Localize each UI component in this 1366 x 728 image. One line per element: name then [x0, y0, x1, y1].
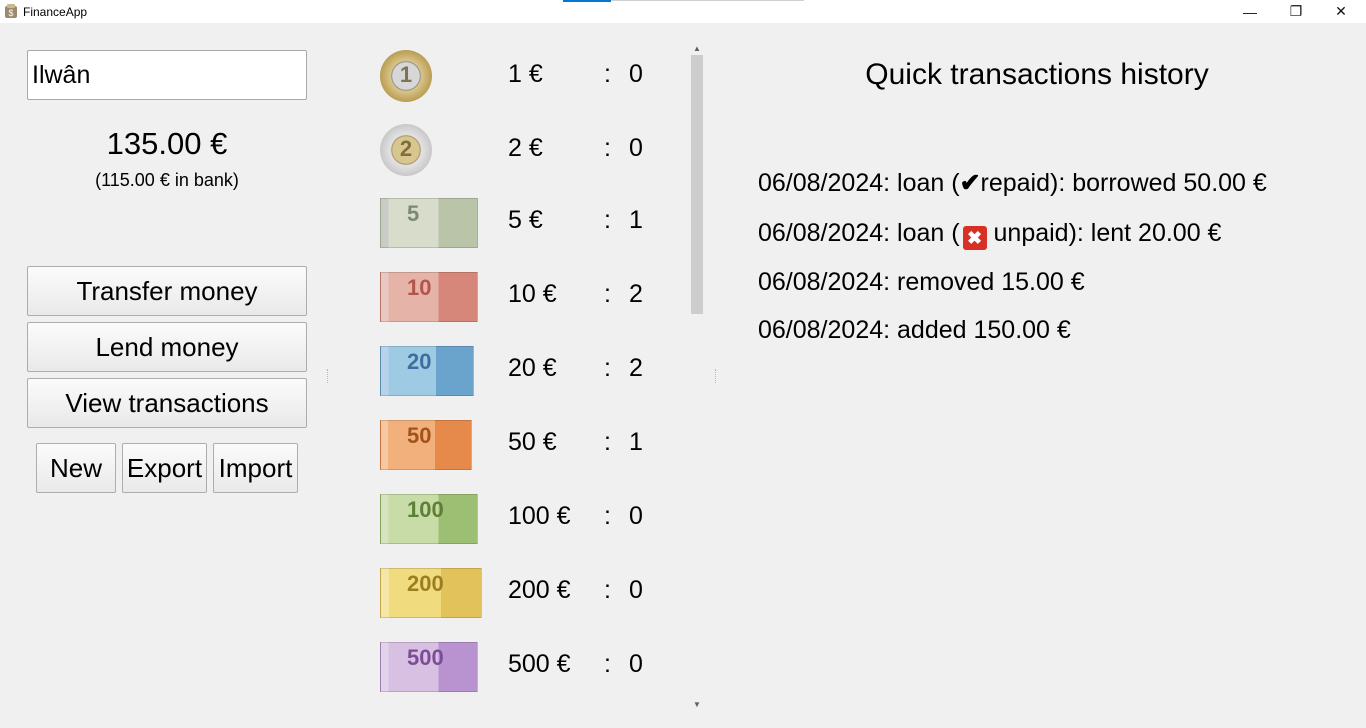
denomination-count: 2: [629, 354, 643, 382]
denomination-row-500-euro: 500 500 € : 0: [380, 640, 680, 714]
separator: :: [604, 502, 611, 530]
ten-euro-note-image: 10: [380, 272, 478, 322]
import-button[interactable]: Import: [213, 443, 298, 493]
denomination-count: 0: [629, 60, 643, 88]
separator: :: [604, 206, 611, 234]
close-button[interactable]: ✕: [1318, 0, 1364, 23]
denomination-row-1-euro: 1 1 € : 0: [380, 50, 680, 124]
separator: :: [604, 60, 611, 88]
lend-money-button[interactable]: Lend money: [27, 322, 307, 372]
separator: :: [604, 576, 611, 604]
five-hundred-euro-note-image: 500: [380, 642, 478, 692]
history-item: 06/08/2024: removed 15.00 €: [758, 268, 1085, 297]
history-item-prefix: 06/08/2024: loan (: [758, 219, 960, 247]
denomination-row-10-euro: 10 10 € : 2: [380, 270, 680, 344]
cross-icon: ✖: [962, 226, 987, 250]
denomination-row-2-euro: 2 2 € : 0: [380, 124, 680, 198]
history-item-suffix: repaid): borrowed 50.00 €: [980, 169, 1267, 197]
history-item-text: 06/08/2024: removed 15.00 €: [758, 268, 1085, 296]
denomination-label: 2 €: [508, 134, 543, 162]
scroll-down-arrow-icon[interactable]: ▼: [690, 697, 704, 711]
denomination-row-200-euro: 200 200 € : 0: [380, 566, 680, 640]
denomination-label: 500 €: [508, 650, 571, 678]
denomination-count: 0: [629, 502, 643, 530]
scroll-up-arrow-icon[interactable]: ▲: [690, 41, 704, 55]
twenty-euro-note-image: 20: [380, 346, 474, 396]
denomination-label: 50 €: [508, 428, 557, 456]
history-item-prefix: 06/08/2024: loan (: [758, 169, 960, 197]
title-accent-bar: [563, 0, 611, 2]
denomination-count: 1: [629, 428, 643, 456]
title-divider: [611, 0, 804, 1]
denominations-scrollbar[interactable]: ▲ ▼: [690, 41, 704, 711]
left-splitter-handle[interactable]: [327, 369, 329, 383]
right-splitter-handle[interactable]: [715, 369, 717, 383]
check-icon: ✔: [959, 169, 981, 197]
one-euro-coin-image: 1: [380, 50, 432, 102]
total-balance: 135.00 €: [106, 126, 228, 161]
denomination-count: 2: [629, 280, 643, 308]
history-item: 06/08/2024: loan (✔repaid): borrowed 50.…: [758, 168, 1267, 198]
denomination-row-50-euro: 50 50 € : 1: [380, 418, 680, 492]
denomination-label: 20 €: [508, 354, 557, 382]
history-title: Quick transactions history: [865, 58, 1209, 91]
separator: :: [604, 428, 611, 456]
separator: :: [604, 650, 611, 678]
two-euro-coin-image: 2: [380, 124, 432, 176]
fifty-euro-note-image: 50: [380, 420, 472, 470]
window-title: FinanceApp: [23, 5, 88, 19]
account-name-input[interactable]: [27, 50, 307, 100]
minimize-button[interactable]: —: [1227, 0, 1273, 23]
denomination-label: 100 €: [508, 502, 571, 530]
separator: :: [604, 280, 611, 308]
new-button[interactable]: New: [36, 443, 116, 493]
history-item: 06/08/2024: added 150.00 €: [758, 316, 1071, 345]
denomination-row-20-euro: 20 20 € : 2: [380, 344, 680, 418]
app-icon: $: [5, 4, 17, 18]
bank-balance: (115.00 € in bank): [95, 170, 239, 190]
denomination-label: 5 €: [508, 206, 543, 234]
history-item: 06/08/2024: loan (✖ unpaid): lent 20.00 …: [758, 219, 1221, 250]
export-button[interactable]: Export: [122, 443, 207, 493]
denomination-row-5-euro: 5 5 € : 1: [380, 196, 680, 270]
denomination-count: 1: [629, 206, 643, 234]
denomination-count: 0: [629, 576, 643, 604]
denomination-count: 0: [629, 134, 643, 162]
title-bar: $ FinanceApp — ❐ ✕: [0, 0, 1366, 23]
history-item-text: 06/08/2024: added 150.00 €: [758, 316, 1071, 344]
separator: :: [604, 134, 611, 162]
view-transactions-button[interactable]: View transactions: [27, 378, 307, 428]
hundred-euro-note-image: 100: [380, 494, 478, 544]
two-hundred-euro-note-image: 200: [380, 568, 482, 618]
denomination-row-100-euro: 100 100 € : 0: [380, 492, 680, 566]
history-item-suffix: unpaid): lent 20.00 €: [986, 219, 1222, 247]
denomination-label: 10 €: [508, 280, 557, 308]
maximize-button[interactable]: ❐: [1273, 0, 1319, 23]
five-euro-note-image: 5: [380, 198, 478, 248]
svg-text:$: $: [8, 8, 13, 18]
denomination-count: 0: [629, 650, 643, 678]
scrollbar-thumb[interactable]: [691, 55, 703, 314]
transfer-money-button[interactable]: Transfer money: [27, 266, 307, 316]
denomination-label: 1 €: [508, 60, 543, 88]
separator: :: [604, 354, 611, 382]
denomination-label: 200 €: [508, 576, 571, 604]
